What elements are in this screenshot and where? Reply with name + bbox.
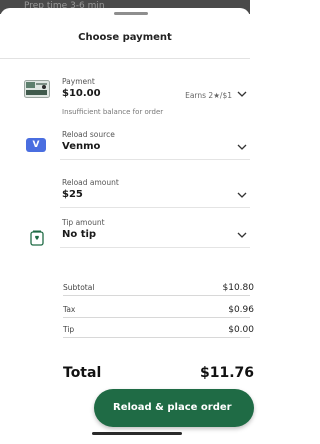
chevron-down-icon[interactable] (236, 142, 248, 152)
reload-and-place-order-button[interactable]: Reload & place order (94, 389, 254, 427)
divider (60, 159, 250, 160)
tax-label: Tax (63, 305, 76, 314)
insufficient-balance-note: Insufficient balance for order (62, 108, 164, 116)
venmo-icon: V (26, 138, 46, 152)
chevron-down-icon[interactable] (236, 230, 248, 240)
tip-amount-value: No tip (62, 229, 97, 240)
tip-value: $0.00 (228, 325, 254, 335)
earns-stars-text: Earns 2★/$1 (185, 91, 232, 100)
divider (60, 247, 250, 248)
sheet-title: Choose payment (78, 32, 172, 43)
reload-amount-label: Reload amount (62, 178, 119, 187)
tip-label: Tip (63, 325, 75, 334)
total-label: Total (63, 365, 102, 381)
divider (63, 317, 250, 318)
total-value: $11.76 (199, 365, 254, 381)
title-divider (0, 58, 250, 59)
tip-amount-label: Tip amount (62, 218, 105, 227)
card-icon (24, 80, 50, 98)
tax-row: Tax $0.96 (63, 305, 254, 321)
chevron-down-icon[interactable] (236, 89, 248, 99)
reload-amount-value: $25 (62, 189, 83, 200)
subtotal-value: $10.80 (222, 283, 255, 293)
subtotal-label: Subtotal (63, 283, 95, 292)
drag-handle[interactable] (114, 12, 148, 15)
payment-sheet: Choose payment Payment $10.00 Earns 2★/$… (0, 8, 254, 444)
payment-value: $10.00 (62, 88, 101, 99)
tip-jar-icon (30, 230, 44, 246)
payment-label: Payment (62, 77, 95, 86)
divider (60, 207, 250, 208)
home-indicator (92, 432, 182, 435)
tax-value: $0.96 (228, 305, 254, 315)
tip-row: Tip $0.00 (63, 325, 254, 341)
chevron-down-icon[interactable] (236, 190, 248, 200)
subtotal-row: Subtotal $10.80 (63, 283, 254, 299)
divider (63, 337, 250, 338)
divider (63, 295, 250, 296)
reload-source-label: Reload source (62, 130, 115, 139)
reload-source-value: Venmo (62, 141, 101, 152)
